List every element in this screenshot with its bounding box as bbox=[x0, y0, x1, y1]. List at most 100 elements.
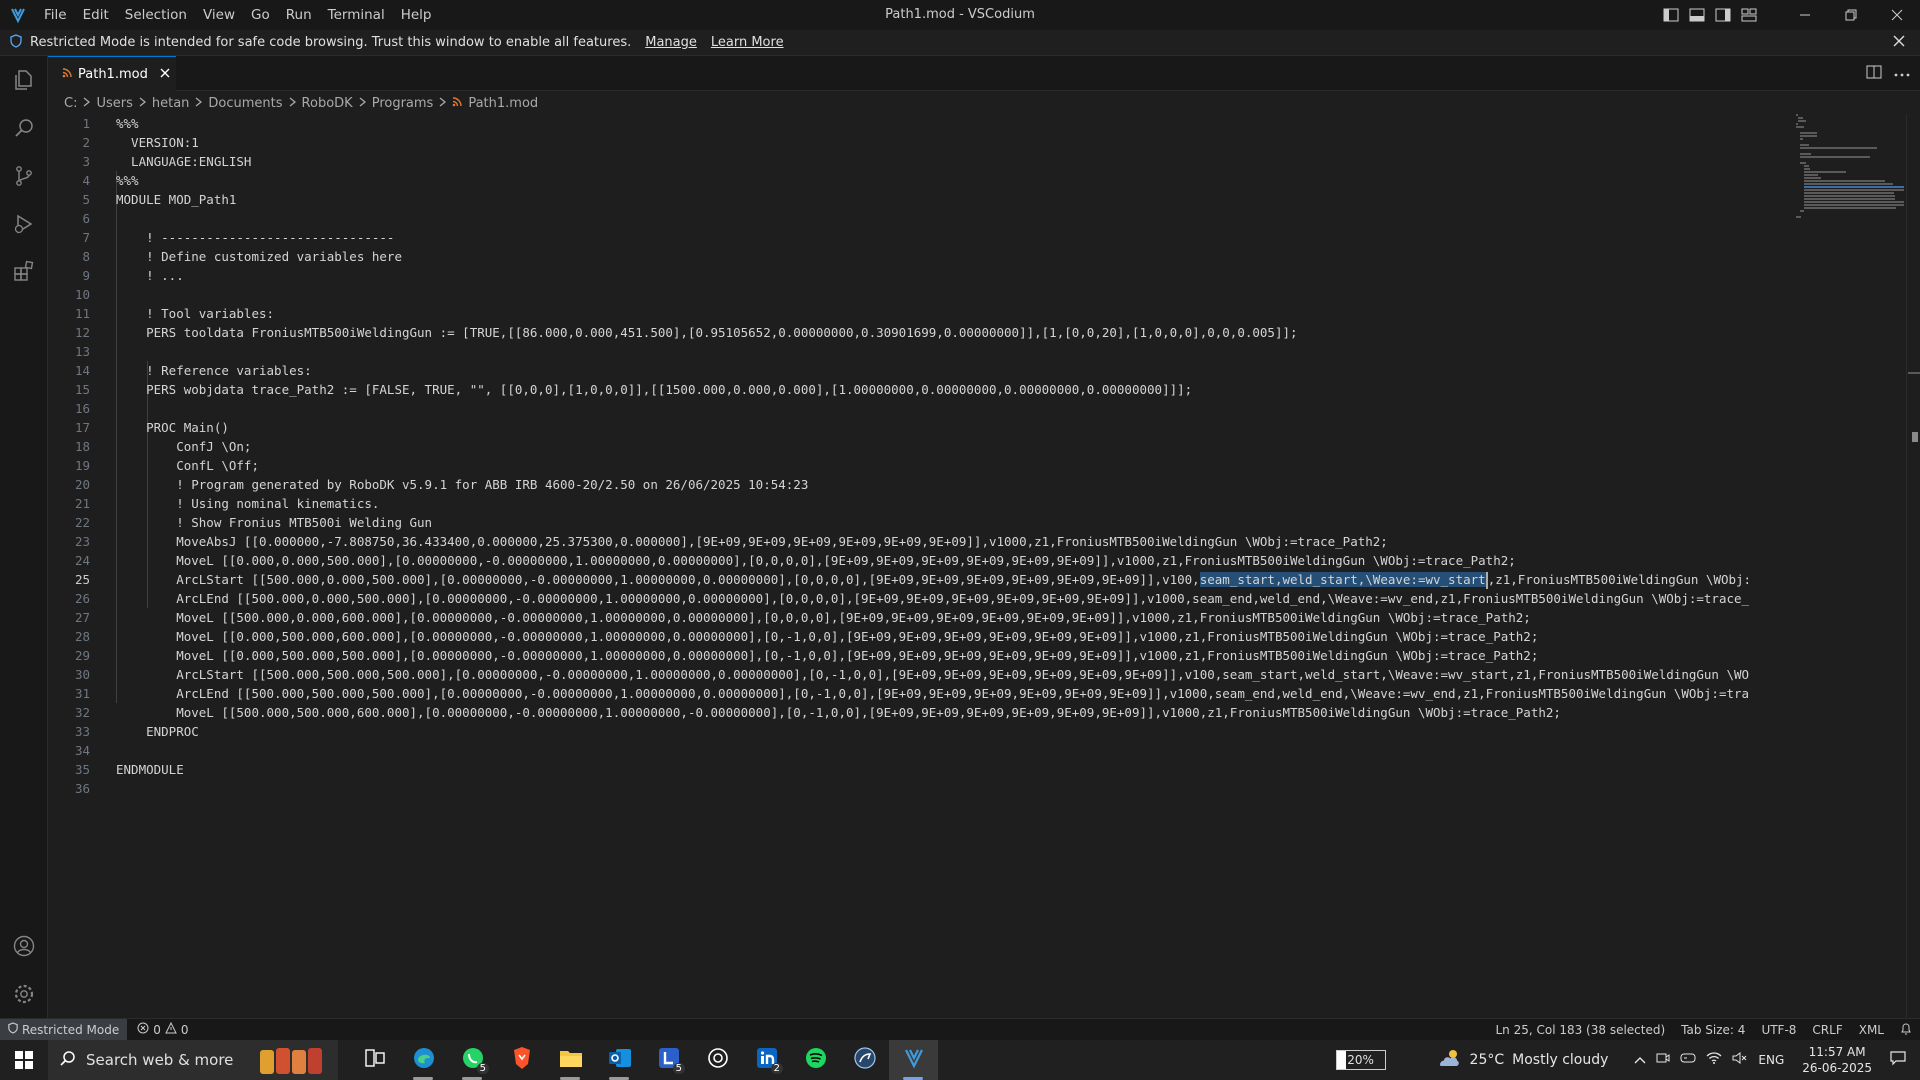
tab-path1-mod[interactable]: Path1.mod bbox=[48, 56, 176, 91]
code-line[interactable]: ConfJ \On; bbox=[116, 437, 1838, 456]
code-line[interactable]: ! Show Fronius MTB500i Welding Gun bbox=[116, 513, 1838, 532]
menu-view[interactable]: View bbox=[195, 0, 243, 30]
menu-file[interactable]: File bbox=[36, 0, 75, 30]
taskbar-search[interactable]: Search web & more bbox=[48, 1040, 338, 1080]
code-line[interactable]: MoveL [[500.000,0.000,600.000],[0.000000… bbox=[116, 608, 1838, 627]
vertical-scrollbar[interactable] bbox=[1906, 114, 1920, 1018]
code-line[interactable]: ArcLStart [[500.000,500.000,500.000],[0.… bbox=[116, 665, 1838, 684]
code-line[interactable]: MoveL [[0.000,500.000,600.000],[0.000000… bbox=[116, 627, 1838, 646]
code-line[interactable]: ArcLStart [[500.000,0.000,500.000],[0.00… bbox=[116, 570, 1838, 589]
code-line[interactable]: ArcLEnd [[500.000,0.000,500.000],[0.0000… bbox=[116, 589, 1838, 608]
notification-center-icon[interactable] bbox=[1890, 1050, 1906, 1070]
code-line[interactable]: ! ------------------------------- bbox=[116, 228, 1838, 247]
accounts-icon[interactable] bbox=[0, 922, 48, 970]
toggle-secondary-sidebar-icon[interactable] bbox=[1710, 0, 1736, 30]
code-text[interactable]: %%% VERSION:1 LANGUAGE:ENGLISH%%% MODULE … bbox=[116, 114, 1838, 798]
taskbar-app-linkedin[interactable]: 2 bbox=[742, 1040, 791, 1080]
more-actions-icon[interactable] bbox=[1894, 66, 1910, 81]
code-line[interactable]: MoveAbsJ [[0.000000,-7.808750,36.433400,… bbox=[116, 532, 1838, 551]
breadcrumb-item[interactable]: RoboDK bbox=[302, 96, 353, 111]
taskbar-app-whatsapp[interactable]: 5 bbox=[448, 1040, 497, 1080]
notifications-bell-icon[interactable] bbox=[1900, 1022, 1912, 1038]
taskbar-app-lexi[interactable]: 5 bbox=[644, 1040, 693, 1080]
breadcrumb-item[interactable]: Documents bbox=[208, 96, 282, 111]
minimize-icon[interactable] bbox=[1782, 0, 1828, 30]
menu-go[interactable]: Go bbox=[243, 0, 278, 30]
toggle-primary-sidebar-icon[interactable] bbox=[1658, 0, 1684, 30]
code-line[interactable] bbox=[116, 779, 1838, 798]
code-line[interactable]: ConfL \Off; bbox=[116, 456, 1838, 475]
breadcrumb-item[interactable]: Programs bbox=[372, 96, 434, 111]
code-editor[interactable]: 1 2 3 4 5 6 7 8 9 10 11 12 13 14 15 16 17 18 19 20 21 22 23 24 2… bbox=[48, 114, 1920, 1018]
manage-link[interactable]: Manage bbox=[645, 35, 697, 50]
code-line[interactable]: PERS tooldata FroniusMTB500iWeldingGun :… bbox=[116, 323, 1838, 342]
cursor-position[interactable]: Ln 25, Col 183 (38 selected) bbox=[1495, 1023, 1665, 1037]
weather-widget[interactable]: 25°C Mostly cloudy bbox=[1436, 1048, 1608, 1072]
breadcrumb-item[interactable]: hetan bbox=[152, 96, 190, 111]
taskbar-app-outlook[interactable] bbox=[595, 1040, 644, 1080]
language-mode[interactable]: XML bbox=[1859, 1023, 1884, 1037]
gamepad-icon[interactable] bbox=[1680, 1052, 1696, 1068]
speaker-muted-icon[interactable] bbox=[1732, 1052, 1748, 1068]
code-line[interactable] bbox=[116, 741, 1838, 760]
code-line[interactable] bbox=[116, 209, 1838, 228]
code-line[interactable]: %%% bbox=[116, 171, 1838, 190]
settings-gear-icon[interactable] bbox=[0, 970, 48, 1018]
end-of-line[interactable]: CRLF bbox=[1812, 1023, 1842, 1037]
vscodium-logo-icon[interactable] bbox=[0, 0, 36, 30]
explorer-icon[interactable] bbox=[0, 56, 48, 104]
code-line[interactable]: ! Define customized variables here bbox=[116, 247, 1838, 266]
taskbar-app-vscodium[interactable] bbox=[889, 1040, 938, 1080]
split-editor-icon[interactable] bbox=[1866, 65, 1882, 83]
restore-icon[interactable] bbox=[1828, 0, 1874, 30]
taskbar-app-spotify[interactable] bbox=[791, 1040, 840, 1080]
close-banner-icon[interactable] bbox=[1892, 34, 1906, 52]
code-line[interactable]: %%% bbox=[116, 114, 1838, 133]
code-line[interactable] bbox=[116, 285, 1838, 304]
windows-start-icon[interactable] bbox=[0, 1040, 48, 1080]
menu-selection[interactable]: Selection bbox=[117, 0, 195, 30]
meet-now-icon[interactable] bbox=[1656, 1051, 1670, 1069]
taskbar-app-file-explorer[interactable] bbox=[546, 1040, 595, 1080]
taskbar-app-brave[interactable] bbox=[497, 1040, 546, 1080]
clock[interactable]: 11:57 AM 26-06-2025 bbox=[1802, 1044, 1872, 1076]
battery-indicator[interactable]: 20% bbox=[1335, 1050, 1386, 1070]
encoding[interactable]: UTF-8 bbox=[1761, 1023, 1796, 1037]
breadcrumb-item[interactable]: C: bbox=[64, 96, 77, 111]
wifi-icon[interactable] bbox=[1706, 1052, 1722, 1068]
code-line[interactable]: ! Tool variables: bbox=[116, 304, 1838, 323]
menu-edit[interactable]: Edit bbox=[75, 0, 117, 30]
menu-run[interactable]: Run bbox=[278, 0, 320, 30]
taskbar-app-edge[interactable] bbox=[399, 1040, 448, 1080]
close-tab-icon[interactable] bbox=[160, 67, 170, 82]
code-line[interactable]: PROC Main() bbox=[116, 418, 1838, 437]
code-line[interactable]: ! ... bbox=[116, 266, 1838, 285]
code-line[interactable]: ! Reference variables: bbox=[116, 361, 1838, 380]
code-line[interactable]: ! Using nominal kinematics. bbox=[116, 494, 1838, 513]
customize-layout-icon[interactable] bbox=[1736, 0, 1762, 30]
code-line[interactable]: MoveL [[0.000,0.000,500.000],[0.00000000… bbox=[116, 551, 1838, 570]
code-line[interactable]: LANGUAGE:ENGLISH bbox=[116, 152, 1838, 171]
search-icon[interactable] bbox=[0, 104, 48, 152]
learn-more-link[interactable]: Learn More bbox=[711, 35, 784, 50]
menu-help[interactable]: Help bbox=[393, 0, 440, 30]
extensions-icon[interactable] bbox=[0, 248, 48, 296]
code-line[interactable] bbox=[116, 399, 1838, 418]
code-line[interactable]: MoveL [[500.000,500.000,600.000],[0.0000… bbox=[116, 703, 1838, 722]
toggle-panel-icon[interactable] bbox=[1684, 0, 1710, 30]
menu-terminal[interactable]: Terminal bbox=[320, 0, 393, 30]
taskbar-app-robodk[interactable] bbox=[840, 1040, 889, 1080]
code-line[interactable]: ENDPROC bbox=[116, 722, 1838, 741]
source-control-icon[interactable] bbox=[0, 152, 48, 200]
code-line[interactable]: MoveL [[0.000,500.000,500.000],[0.000000… bbox=[116, 646, 1838, 665]
breadcrumb-item[interactable]: Users bbox=[96, 96, 132, 111]
close-window-icon[interactable] bbox=[1874, 0, 1920, 30]
code-line[interactable]: PERS wobjdata trace_Path2 := [FALSE, TRU… bbox=[116, 380, 1838, 399]
minimap[interactable] bbox=[1796, 114, 1906, 1018]
restricted-mode-status[interactable]: Restricted Mode bbox=[0, 1018, 128, 1041]
breadcrumb-item[interactable]: Path1.mod bbox=[468, 96, 538, 111]
taskbar-app-chatgpt[interactable] bbox=[693, 1040, 742, 1080]
code-line[interactable]: VERSION:1 bbox=[116, 133, 1838, 152]
code-line[interactable] bbox=[116, 342, 1838, 361]
code-line[interactable]: ! Program generated by RoboDK v5.9.1 for… bbox=[116, 475, 1838, 494]
